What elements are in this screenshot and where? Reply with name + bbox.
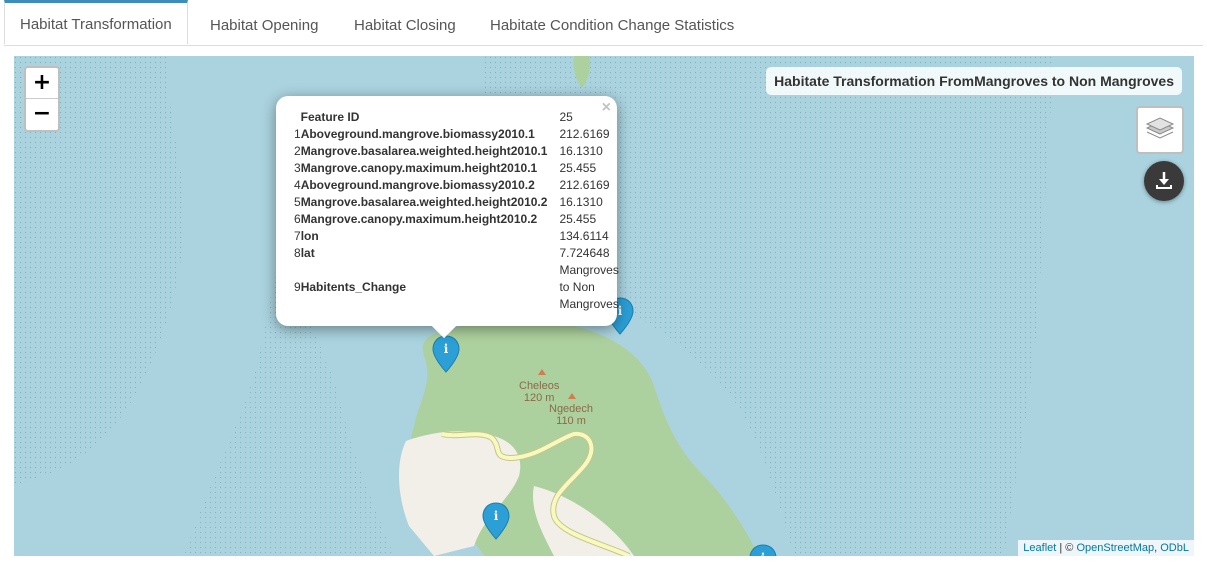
feature-id-label: Feature ID (300, 110, 360, 124)
place-label-cheleos: Cheleos 120 m (519, 380, 559, 404)
attribute-value: Mangroves to Non Mangroves (559, 263, 619, 311)
layers-control-button[interactable] (1136, 106, 1184, 154)
place-name: Ngedech (549, 403, 594, 415)
info-marker-icon[interactable]: i (481, 501, 511, 541)
table-row: 4Aboveground.mangrove.biomassy2010.2 212… (294, 177, 619, 194)
odbl-link[interactable]: ODbL (1160, 542, 1189, 554)
row-number: 6 (294, 212, 301, 226)
attribute-value: 16.1310 (559, 195, 603, 209)
zoom-in-button[interactable]: + (26, 68, 58, 99)
info-marker-icon[interactable]: i (748, 543, 778, 556)
openstreetmap-link[interactable]: OpenStreetMap (1076, 542, 1154, 554)
row-number: 3 (294, 161, 301, 175)
svg-text:i: i (444, 342, 449, 356)
attribute-name: Mangrove.basalarea.weighted.height2010.2 (300, 195, 548, 209)
tab-habitat-opening[interactable]: Habitat Opening (195, 2, 333, 44)
table-row: 7lon 134.6114 (294, 228, 619, 245)
svg-text:i: i (761, 551, 766, 556)
zoom-out-button[interactable]: − (26, 99, 58, 129)
attribute-key: 4Aboveground.mangrove.biomassy2010.2 (294, 177, 559, 194)
attribute-key: 5Mangrove.basalarea.weighted.height2010.… (294, 194, 559, 211)
attribute-key: 2Mangrove.basalarea.weighted.height2010.… (294, 143, 559, 160)
attribute-key: Feature ID (294, 109, 559, 126)
map-view[interactable]: Cheleos 120 m Ngedech 110 m i i i i + − … (14, 56, 1194, 556)
attribute-key: 3Mangrove.canopy.maximum.height2010.1 (294, 160, 559, 177)
attribute-value: 25.455 (559, 161, 597, 175)
attribute-value: 16.1310 (559, 144, 603, 158)
info-marker-icon[interactable]: i (431, 334, 461, 374)
tab-habitat-closing[interactable]: Habitat Closing (339, 2, 471, 44)
attribute-value: 212.6169 (559, 127, 610, 141)
attribute-name: lat (300, 246, 315, 260)
attribute-name: Mangrove.basalarea.weighted.height2010.1 (300, 144, 548, 158)
table-row: 3Mangrove.canopy.maximum.height2010.1 25… (294, 160, 619, 177)
table-row: 5Mangrove.basalarea.weighted.height2010.… (294, 194, 619, 211)
row-number: 8 (294, 246, 301, 260)
row-number: 4 (294, 178, 301, 192)
table-row: 6Mangrove.canopy.maximum.height2010.2 25… (294, 211, 619, 228)
table-row: 9Habitents_Change Mangroves to Non Mangr… (294, 262, 619, 313)
attribute-value: 7.724648 (559, 246, 610, 260)
row-number: 7 (294, 229, 301, 243)
attribute-key: 8lat (294, 245, 559, 262)
tab-habitat-transformation[interactable]: Habitat Transformation (4, 0, 188, 44)
table-row: 2Mangrove.basalarea.weighted.height2010.… (294, 143, 619, 160)
attribute-name: Mangrove.canopy.maximum.height2010.2 (300, 212, 538, 226)
table-row: Feature ID 25 (294, 109, 619, 126)
tab-habitate-condition-change-statistics[interactable]: Habitate Condition Change Statistics (475, 2, 749, 44)
attribute-value: 25 (559, 110, 573, 124)
leaflet-link[interactable]: Leaflet (1023, 542, 1056, 554)
attribute-value: 134.6114 (559, 229, 609, 243)
place-name: Cheleos (519, 380, 560, 392)
attribute-name: lon (300, 229, 319, 243)
row-number: 9 (294, 280, 301, 294)
attribute-name: Mangrove.canopy.maximum.height2010.1 (300, 161, 538, 175)
layers-icon (1145, 117, 1175, 139)
attribution-separator: | © (1056, 542, 1077, 554)
row-number: 1 (294, 127, 301, 141)
attribute-name: Habitents_Change (300, 280, 407, 294)
attribute-name: Aboveground.mangrove.biomassy2010.2 (300, 178, 535, 192)
download-icon (1156, 172, 1172, 189)
attribute-key: 6Mangrove.canopy.maximum.height2010.2 (294, 211, 559, 228)
zoom-control: + − (24, 66, 60, 132)
download-button[interactable] (1144, 161, 1184, 201)
map-title: Habitate Transformation FromMangroves to… (766, 67, 1182, 95)
table-row: 1Aboveground.mangrove.biomassy2010.1 212… (294, 126, 619, 143)
place-elevation: 110 m (556, 415, 586, 427)
attribute-name: Aboveground.mangrove.biomassy2010.1 (300, 127, 535, 141)
feature-attributes-table: Feature ID 25 1Aboveground.mangrove.biom… (294, 109, 619, 313)
attribute-key: 9Habitents_Change (294, 262, 559, 313)
attribute-value: 212.6169 (559, 178, 610, 192)
attribute-key: 1Aboveground.mangrove.biomassy2010.1 (294, 126, 559, 143)
attribute-value: 25.455 (559, 212, 597, 226)
row-number: 2 (294, 144, 301, 158)
attribute-key: 7lon (294, 228, 559, 245)
table-row: 8lat 7.724648 (294, 245, 619, 262)
feature-popup: × Feature ID 25 1Aboveground.mangrove.bi… (276, 96, 619, 339)
row-number: 5 (294, 195, 301, 209)
map-attribution: Leaflet | © OpenStreetMap, ODbL (1018, 540, 1194, 556)
place-label-ngedech: Ngedech 110 m (549, 403, 593, 427)
tab-bar: Habitat Transformation Habitat Opening H… (4, 0, 1203, 46)
svg-text:i: i (494, 509, 499, 523)
